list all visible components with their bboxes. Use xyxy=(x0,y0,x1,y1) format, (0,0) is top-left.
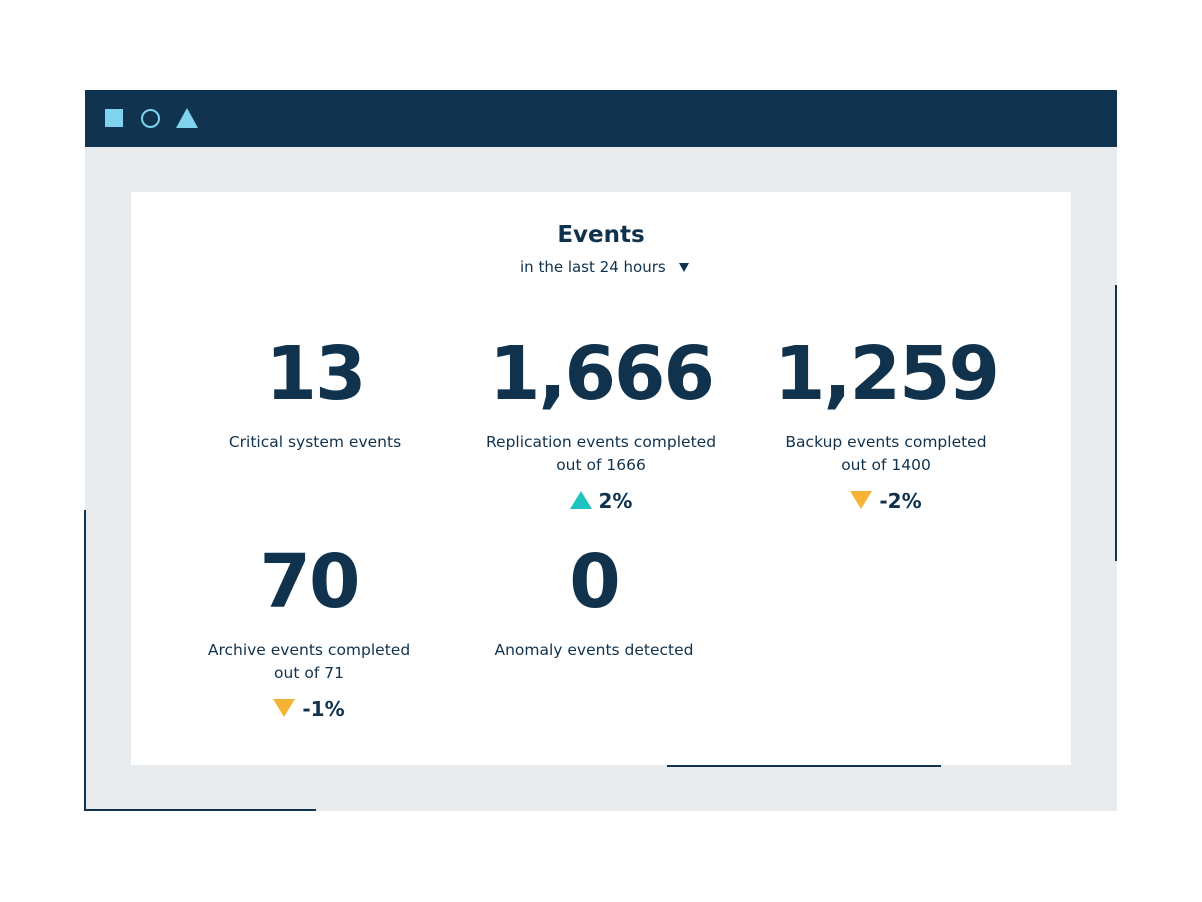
stat-replication-events: 1,666 Replication events completed out o… xyxy=(451,336,751,513)
circle-icon[interactable] xyxy=(141,109,160,128)
stat-change: -2% xyxy=(736,489,1036,513)
stat-critical-system-events: 13 Critical system events xyxy=(165,336,465,454)
arrow-down-icon xyxy=(273,699,296,717)
decorative-line-card-bottom xyxy=(667,765,941,767)
stat-label-line: Backup events completed xyxy=(785,433,987,451)
caret-down-icon xyxy=(678,263,689,272)
stat-backup-events: 1,259 Backup events completed out of 140… xyxy=(736,336,1036,513)
stat-value: 70 xyxy=(259,539,361,625)
stat-change-value: -2% xyxy=(879,489,922,513)
stat-change-value: -1% xyxy=(302,697,345,721)
stat-label: Backup events completed out of 1400 xyxy=(736,431,1036,477)
stat-label-line: Replication events completed xyxy=(485,433,717,451)
stat-label-line: out of 71 xyxy=(274,664,344,682)
events-title: Events xyxy=(557,222,645,248)
stat-label: Critical system events xyxy=(165,431,465,454)
window-titlebar xyxy=(85,90,1117,147)
stat-anomaly-events: 0 Anomaly events detected xyxy=(444,544,744,662)
stat-change-value: 2% xyxy=(598,489,633,513)
stat-label-line: Anomaly events detected xyxy=(494,641,694,659)
stat-label: Archive events completed out of 71 xyxy=(159,639,459,685)
stat-value: 13 xyxy=(265,331,367,417)
stat-label-line: out of 1400 xyxy=(841,456,931,474)
decorative-line-right xyxy=(1115,285,1117,561)
triangle-icon[interactable] xyxy=(176,108,198,128)
stat-value: 0 xyxy=(569,539,621,625)
stat-label: Replication events completed out of 1666 xyxy=(451,431,751,477)
stat-value: 1,666 xyxy=(488,331,715,417)
time-range-label: in the last 24 hours xyxy=(520,258,666,276)
stat-label-line: Critical system events xyxy=(228,433,402,451)
stat-label-line: out of 1666 xyxy=(556,456,646,474)
stat-change: -1% xyxy=(159,697,459,721)
decorative-line-left xyxy=(84,510,86,811)
decorative-line-bottom-left xyxy=(84,809,316,811)
time-range-dropdown[interactable]: in the last 24 hours xyxy=(520,258,689,280)
arrow-up-icon xyxy=(569,491,592,509)
stat-label-line: Archive events completed xyxy=(207,641,411,659)
stat-archive-events: 70 Archive events completed out of 71 -1… xyxy=(159,544,459,721)
stat-change: 2% xyxy=(451,489,751,513)
stat-value: 1,259 xyxy=(773,331,1000,417)
arrow-down-icon xyxy=(850,491,873,509)
square-icon[interactable] xyxy=(105,109,123,127)
stat-label: Anomaly events detected xyxy=(444,639,744,662)
